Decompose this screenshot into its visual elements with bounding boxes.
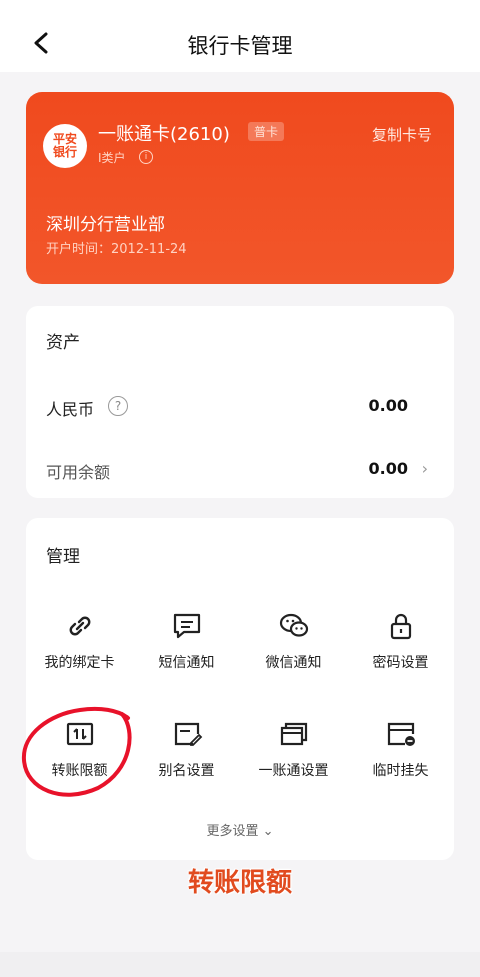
grid-label: 别名设置: [158, 763, 215, 779]
copy-card-number-button[interactable]: 复制卡号: [372, 124, 432, 145]
grid-label: 一账通设置: [258, 763, 329, 779]
manage-panel: 管理 我的绑定卡 短信通知 微信通知 密码设置 转账限额 别名设置 一账通设置 …: [26, 518, 454, 860]
assets-title: 资产: [46, 333, 80, 353]
wechat-notification-button[interactable]: 微信通知: [240, 610, 347, 672]
grid-label: 微信通知: [265, 655, 322, 671]
more-settings-label: 更多设置: [206, 824, 259, 839]
card-name: 一账通卡(2610): [98, 124, 230, 145]
cards-icon: [280, 722, 307, 746]
branch-name: 深圳分行营业部: [46, 215, 165, 235]
open-date: 开户时间：2012-11-24: [46, 242, 187, 257]
password-settings-button[interactable]: 密码设置: [347, 610, 454, 672]
link-icon: [69, 616, 90, 636]
rmb-balance: 0.00: [368, 396, 408, 415]
page-title: 银行卡管理: [187, 34, 293, 58]
card-type-badge: 普卡: [248, 122, 285, 141]
temporary-loss-report-button[interactable]: 临时挂失: [347, 718, 454, 780]
chevron-right-icon[interactable]: ›: [422, 459, 428, 478]
caption-overlay: 转账限额: [187, 868, 292, 898]
account-class-label: I类户: [98, 151, 126, 165]
chevron-down-icon: ⌄: [262, 824, 274, 839]
rmb-label: 人民币: [46, 400, 95, 419]
highlight-circle-annotation: [21, 706, 132, 797]
grid-label: 临时挂失: [372, 763, 429, 779]
more-settings-button[interactable]: 更多设置 ⌄: [26, 820, 454, 839]
grid-label: 密码设置: [372, 655, 429, 671]
grid-label: 我的绑定卡: [44, 655, 115, 671]
available-balance-value[interactable]: 0.00: [369, 459, 408, 478]
alias-settings-button[interactable]: 别名设置: [133, 718, 240, 780]
top-nav-bar: 银行卡管理: [0, 0, 480, 72]
lock-icon: [390, 613, 411, 640]
card-suspend-icon: [387, 722, 415, 746]
message-icon: [173, 613, 200, 639]
wechat-icon: [279, 613, 308, 637]
bank-logo: 平安 银行: [43, 124, 87, 168]
grid-label: 短信通知: [158, 655, 215, 671]
sms-notification-button[interactable]: 短信通知: [133, 610, 240, 672]
assets-panel: 资产 人民币 ? 0.00 可用余额 0.00 ›: [26, 306, 454, 498]
account-settings-button[interactable]: 一账通设置: [240, 718, 347, 780]
help-icon[interactable]: ?: [108, 396, 128, 416]
info-icon[interactable]: i: [139, 150, 153, 164]
bank-card: 平安 银行 一账通卡(2610) 普卡 I类户 i 复制卡号 深圳分行营业部 开户…: [26, 92, 454, 284]
my-bound-cards-button[interactable]: 我的绑定卡: [26, 610, 133, 672]
edit-card-icon: [174, 722, 202, 746]
manage-title: 管理: [46, 547, 80, 567]
bottom-bar: [0, 952, 480, 977]
available-balance-label: 可用余额: [46, 463, 111, 482]
